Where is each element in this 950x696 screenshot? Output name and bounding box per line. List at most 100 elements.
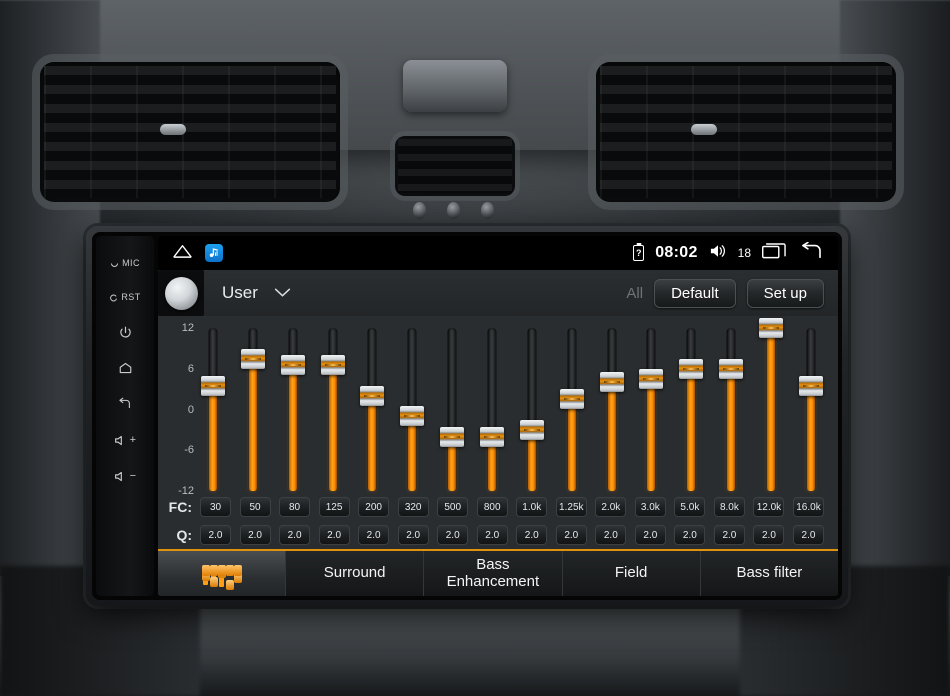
fc-cell[interactable]: 5.0k bbox=[674, 497, 706, 517]
slider-thumb[interactable] bbox=[759, 318, 784, 338]
eq-band-slider[interactable] bbox=[439, 328, 465, 491]
eq-band-slider[interactable] bbox=[320, 328, 346, 491]
fc-cell[interactable]: 8.0k bbox=[713, 497, 745, 517]
slider-thumb[interactable] bbox=[320, 355, 345, 376]
q-cell[interactable]: 2.0 bbox=[792, 525, 824, 545]
eq-bands bbox=[196, 318, 828, 491]
q-cell[interactable]: 2.0 bbox=[713, 525, 745, 545]
tab-surround[interactable]: Surround bbox=[286, 551, 425, 596]
fc-cell[interactable]: 30 bbox=[200, 497, 231, 517]
q-cell[interactable]: 2.0 bbox=[634, 525, 666, 545]
eq-band-slider[interactable] bbox=[240, 328, 266, 491]
q-cell[interactable]: 2.0 bbox=[279, 525, 311, 545]
back-hardkey[interactable] bbox=[96, 386, 154, 422]
q-cell[interactable]: 2.0 bbox=[397, 525, 429, 545]
volume-down-button[interactable]: − bbox=[96, 458, 154, 494]
eq-band-slider[interactable] bbox=[758, 318, 784, 491]
fc-cell[interactable]: 1.0k bbox=[516, 497, 548, 517]
sliders-area: 12 6 0 -6 -12 bbox=[158, 318, 838, 497]
slider-thumb[interactable] bbox=[798, 375, 823, 396]
eq-band-slider[interactable] bbox=[399, 328, 425, 491]
fc-cell[interactable]: 80 bbox=[279, 497, 311, 517]
slider-thumb[interactable] bbox=[639, 368, 664, 389]
eq-band-slider[interactable] bbox=[280, 328, 306, 491]
equalizer-icon-thumb bbox=[201, 570, 210, 581]
axis-tick: 12 bbox=[181, 322, 194, 334]
slider-thumb[interactable] bbox=[480, 426, 505, 447]
q-cell[interactable]: 2.0 bbox=[358, 525, 390, 545]
axis-tick: 0 bbox=[187, 403, 194, 416]
center-screw-3 bbox=[481, 202, 494, 219]
q-cell[interactable]: 2.0 bbox=[555, 525, 587, 545]
slider-fill bbox=[727, 368, 736, 491]
q-cell[interactable]: 2.0 bbox=[595, 525, 627, 545]
eq-band-slider[interactable] bbox=[559, 328, 585, 491]
eq-band-slider[interactable] bbox=[798, 328, 824, 491]
reset-button[interactable]: RST bbox=[96, 280, 154, 314]
eq-band-slider[interactable] bbox=[359, 328, 385, 491]
slider-thumb[interactable] bbox=[440, 426, 465, 447]
music-app-icon[interactable] bbox=[205, 244, 223, 262]
tab-bass-filter[interactable]: Bass filter bbox=[700, 551, 838, 596]
default-button[interactable]: Default bbox=[654, 278, 736, 308]
volume-knob[interactable] bbox=[158, 270, 204, 316]
slider-thumb[interactable] bbox=[240, 348, 265, 369]
slider-thumb[interactable] bbox=[559, 389, 584, 410]
slider-thumb[interactable] bbox=[719, 358, 744, 379]
q-cell[interactable]: 2.0 bbox=[200, 525, 231, 545]
slider-thumb[interactable] bbox=[519, 419, 544, 440]
fc-cell[interactable]: 125 bbox=[318, 497, 350, 517]
fc-cell[interactable]: 16.0k bbox=[792, 497, 824, 517]
equalizer-icon-bar bbox=[233, 564, 242, 583]
home-hardkey[interactable] bbox=[96, 350, 154, 386]
eq-band-slider[interactable] bbox=[200, 328, 226, 491]
eq-band-slider[interactable] bbox=[678, 328, 704, 491]
home-icon[interactable] bbox=[172, 243, 193, 264]
q-cell[interactable]: 2.0 bbox=[674, 525, 706, 545]
fc-cell[interactable]: 200 bbox=[358, 497, 390, 517]
fc-cell[interactable]: 3.0k bbox=[634, 497, 666, 517]
fc-cell[interactable]: 800 bbox=[476, 497, 508, 517]
fc-label: FC: bbox=[168, 499, 192, 515]
power-button[interactable] bbox=[96, 314, 154, 350]
back-icon[interactable] bbox=[798, 241, 824, 265]
slider-thumb[interactable] bbox=[599, 372, 624, 393]
slider-fill bbox=[567, 399, 576, 491]
recents-icon[interactable] bbox=[762, 242, 787, 264]
mic-button[interactable]: MIC bbox=[96, 246, 154, 280]
fc-cell[interactable]: 500 bbox=[437, 497, 469, 517]
volume-up-button[interactable]: + bbox=[96, 422, 154, 458]
eq-band-slider[interactable] bbox=[638, 328, 664, 491]
q-cell[interactable]: 2.0 bbox=[476, 525, 508, 545]
eq-band-slider[interactable] bbox=[718, 328, 744, 491]
q-cell[interactable]: 2.0 bbox=[318, 525, 350, 545]
slider-thumb[interactable] bbox=[360, 385, 385, 406]
fc-cell[interactable]: 50 bbox=[239, 497, 271, 517]
fc-cell[interactable]: 12.0k bbox=[753, 497, 785, 517]
slider-thumb[interactable] bbox=[400, 406, 425, 427]
tab-bass-enhancement[interactable]: Bass Enhancement bbox=[424, 551, 563, 596]
q-cell[interactable]: 2.0 bbox=[516, 525, 548, 545]
slider-thumb[interactable] bbox=[679, 358, 704, 379]
tab-field[interactable]: Field bbox=[562, 551, 701, 596]
fc-cell[interactable]: 320 bbox=[397, 497, 429, 517]
q-cell[interactable]: 2.0 bbox=[753, 525, 785, 545]
reset-icon bbox=[110, 293, 118, 301]
eq-band-slider[interactable] bbox=[599, 328, 625, 491]
slider-fill bbox=[767, 328, 776, 491]
vent-knob[interactable] bbox=[691, 124, 717, 135]
preset-selector[interactable]: User bbox=[222, 283, 291, 303]
vent-knob[interactable] bbox=[160, 124, 186, 135]
fc-cells: 30 50 80 125 200 320 500 800 1.0k 1.25k 2.0k 3.0k 5.… bbox=[196, 497, 828, 517]
q-cell[interactable]: 2.0 bbox=[437, 525, 469, 545]
volume-icon bbox=[709, 243, 727, 264]
slider-thumb[interactable] bbox=[201, 375, 225, 396]
fc-cell[interactable]: 1.25k bbox=[555, 497, 587, 517]
tab-equalizer[interactable] bbox=[158, 551, 286, 596]
q-cell[interactable]: 2.0 bbox=[239, 525, 271, 545]
setup-button[interactable]: Set up bbox=[746, 278, 824, 308]
fc-cell[interactable]: 2.0k bbox=[595, 497, 627, 517]
slider-thumb[interactable] bbox=[280, 355, 305, 376]
eq-band-slider[interactable] bbox=[519, 328, 545, 491]
eq-band-slider[interactable] bbox=[479, 328, 505, 491]
